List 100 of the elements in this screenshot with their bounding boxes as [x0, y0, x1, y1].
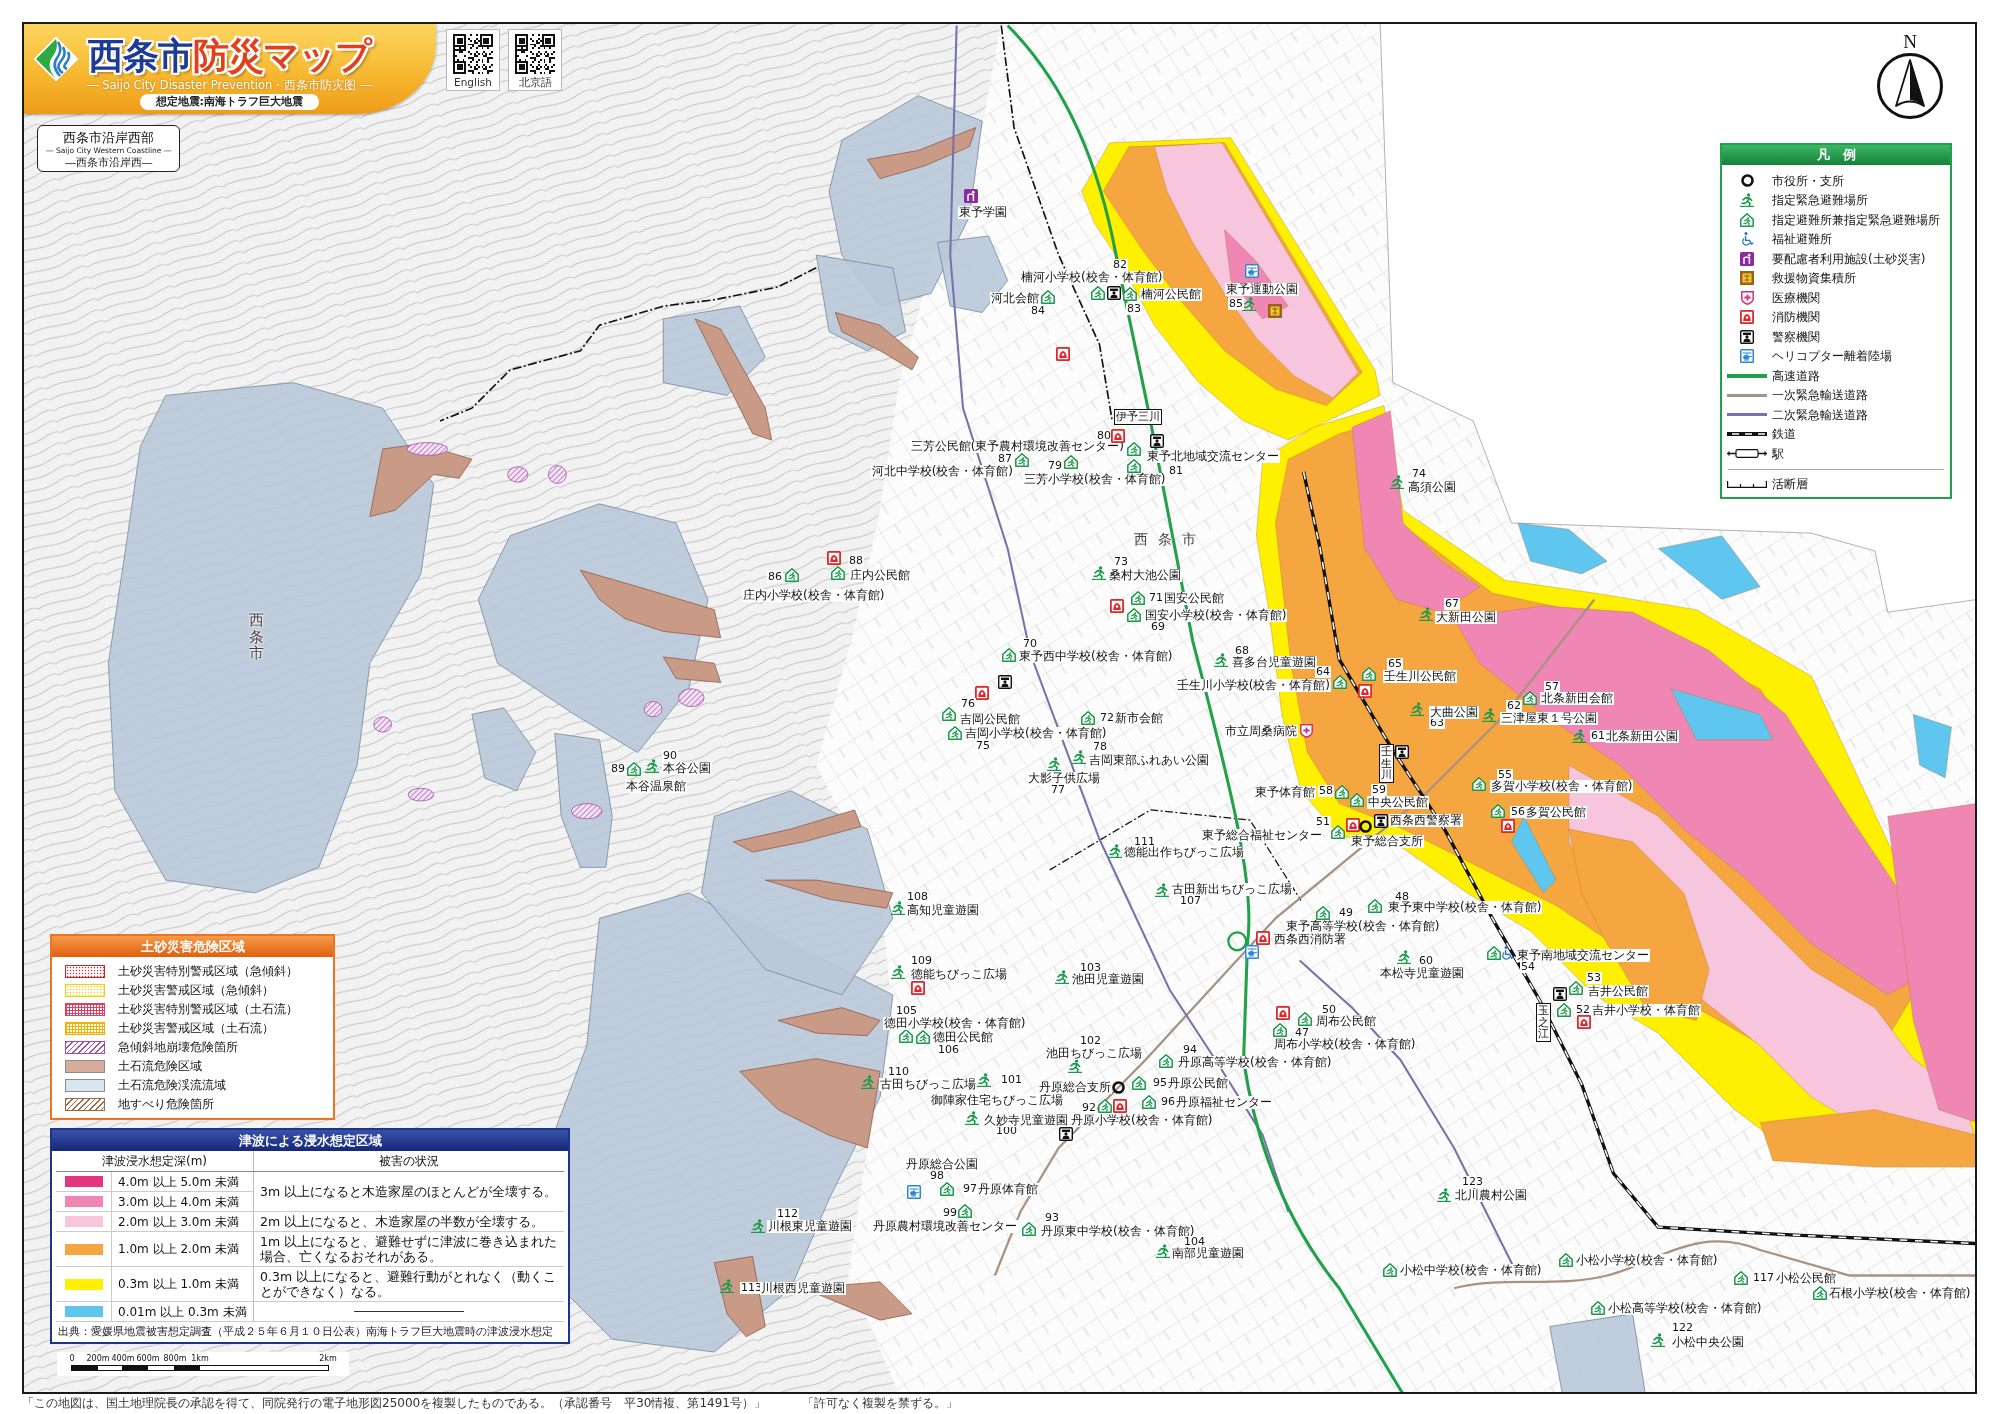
running-person-icon — [1419, 607, 1433, 621]
steep-slope-hazard-zone — [407, 787, 435, 802]
supply-depot-icon — [1740, 271, 1754, 286]
facility-number: 75 — [975, 740, 991, 752]
facility-number: 87 — [997, 453, 1013, 465]
wheelchair-icon — [1501, 946, 1514, 960]
facility-number: 88 — [848, 555, 864, 567]
fire-station-icon — [1501, 819, 1515, 833]
facility-number: 58 — [1318, 785, 1334, 797]
facility-number: 51 — [1315, 816, 1331, 828]
police-station-icon — [1395, 745, 1409, 759]
depth-label: 4.0m 以上 5.0m 未満 — [112, 1172, 254, 1192]
facility-number: 83 — [1126, 303, 1142, 315]
running-person-icon — [1108, 844, 1122, 858]
shelter-house-icon — [948, 726, 962, 740]
facility-number: 112 — [776, 1208, 799, 1220]
shelter-house-icon — [1127, 459, 1141, 473]
shelter-house-icon — [1523, 691, 1537, 705]
helicopter-icon — [1245, 945, 1259, 959]
legend-label: 指定緊急避難場所 — [1772, 193, 1869, 208]
scale-label: 2km — [319, 1354, 337, 1363]
running-person-icon — [861, 1075, 875, 1089]
running-person-icon — [1482, 708, 1496, 722]
running-person-icon — [1651, 1333, 1665, 1347]
shelter-house-icon — [1491, 804, 1505, 818]
shelter-house-icon — [1487, 946, 1501, 960]
facility-number: 86 — [767, 571, 783, 583]
shelter-house-icon — [1298, 1012, 1312, 1026]
fire-station-icon — [1110, 599, 1124, 613]
shelter-house-icon — [942, 707, 956, 721]
shelter-house-icon — [1091, 286, 1105, 300]
damage-note: 3m 以上になると木造家屋のほとんどが全壊する。 — [254, 1172, 564, 1212]
facility-number: 103 — [1079, 962, 1102, 974]
scale-label: 800m — [163, 1354, 187, 1363]
shelter-house-icon — [1015, 453, 1029, 467]
facility-number: 92 — [1081, 1102, 1097, 1114]
shelter-house-icon — [1316, 906, 1330, 920]
shelter-house-icon — [1064, 455, 1078, 469]
facility-number: 53 — [1586, 972, 1602, 984]
debris-flow-zone — [662, 656, 722, 683]
qr-code-icon — [515, 34, 555, 74]
facility-number: 52 — [1575, 1004, 1591, 1016]
fire-station-icon — [1111, 429, 1125, 443]
medical-cross-icon — [1740, 290, 1754, 305]
fire-station-icon — [1056, 347, 1070, 361]
shelter-house-icon — [1142, 1095, 1156, 1109]
running-person-icon — [751, 1219, 765, 1233]
fire-station-icon — [1276, 1006, 1290, 1020]
running-person-icon — [1390, 475, 1404, 489]
legend-label: 二次緊急輸送道路 — [1772, 407, 1869, 422]
facility-number: 50 — [1321, 1004, 1337, 1016]
shelter-house-icon — [1813, 1286, 1827, 1300]
fire-station-icon — [1346, 818, 1360, 832]
legend-label: 土砂災害警戒区域（急傾斜） — [118, 983, 275, 997]
shelter-house-icon — [1022, 1222, 1036, 1236]
helicopter-icon — [907, 1185, 921, 1199]
shelter-house-icon — [1002, 648, 1016, 662]
facility-number: 74 — [1411, 468, 1427, 480]
legend-label: 土石流危険渓流流域 — [118, 1078, 227, 1092]
police-station-icon — [1059, 1127, 1073, 1141]
facility-number: 85 — [1228, 298, 1244, 310]
shelter-house-icon — [1273, 1023, 1287, 1037]
facility-number: 97 — [962, 1183, 978, 1195]
police-station-icon — [1107, 286, 1121, 300]
station-name: 伊予三川 — [1114, 409, 1162, 425]
legend-title: 凡 例 — [1722, 145, 1950, 165]
fire-station-icon — [1358, 684, 1372, 698]
shelter-house-icon — [1159, 1054, 1173, 1068]
facility-number: 95 — [1152, 1077, 1168, 1089]
running-person-icon — [1572, 729, 1586, 743]
facility-number: 93 — [1044, 1212, 1060, 1224]
legend-label: 土砂災害警戒区域（土石流） — [118, 1021, 275, 1035]
running-person-icon — [1072, 750, 1086, 764]
shelter-house-icon — [1335, 785, 1349, 799]
running-person-icon — [1055, 970, 1069, 984]
legend-label: 市役所・支所 — [1772, 173, 1845, 188]
legend-label: 福祉避難所 — [1772, 232, 1833, 247]
legend-label: 高速道路 — [1772, 368, 1821, 383]
area-chinese-name: ―西条市沿岸西― — [65, 156, 153, 168]
legend-label: 活断層 — [1772, 477, 1809, 492]
running-person-icon — [1242, 297, 1256, 311]
fire-station-icon — [1113, 1099, 1127, 1113]
north-label: N — [1903, 32, 1917, 52]
facility-number: 105 — [895, 1005, 918, 1017]
damage-note: 2m 以上になると、木造家屋の半数が全壊する。 — [254, 1212, 564, 1232]
legend-label: 土砂災害特別警戒区域（土石流） — [118, 1002, 299, 1016]
facility-number: 82 — [1112, 259, 1128, 271]
shelter-house-icon — [1333, 675, 1347, 689]
facility-number: 84 — [1030, 305, 1046, 317]
running-person-icon — [1410, 702, 1424, 716]
ring-icon — [1112, 1081, 1125, 1094]
facility-number: 78 — [1092, 741, 1108, 753]
footnote: 「許可なく複製を禁ずる。」 — [802, 1396, 958, 1411]
facility-number: 122 — [1671, 1322, 1694, 1334]
facility-number: 102 — [1079, 1035, 1102, 1047]
column-header: 被害の状況 — [254, 1151, 564, 1172]
shelter-house-icon — [1383, 1263, 1397, 1277]
fire-station-icon — [827, 551, 841, 565]
running-person-icon — [891, 901, 905, 915]
legend-label: ヘリコプター離着陸場 — [1772, 349, 1893, 364]
